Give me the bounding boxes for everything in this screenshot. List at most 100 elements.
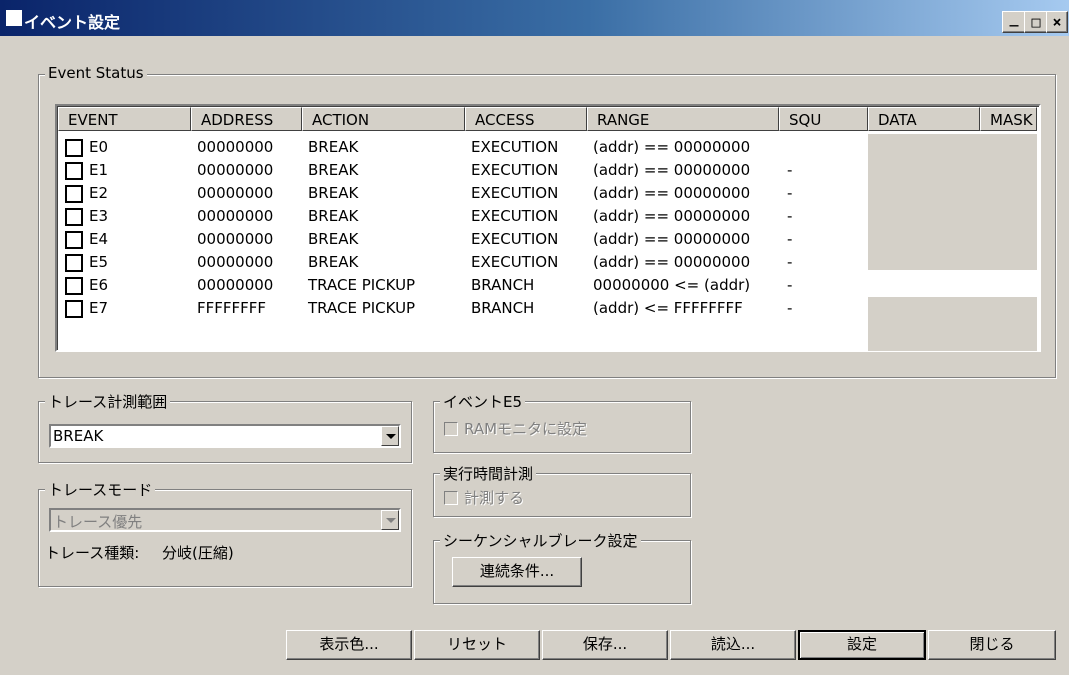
event-row[interactable]: E0 00000000 BREAK EXECUTION (addr) == 000000… xyxy=(57,136,1037,159)
event-event-cell: E2 xyxy=(89,184,109,202)
ram-monitor-label: RAMモニタに設定 xyxy=(464,420,588,438)
event-address-cell: 00000000 xyxy=(197,207,274,225)
event-event-cell: E5 xyxy=(89,253,109,271)
window-icon xyxy=(6,10,22,26)
event-action-cell: BREAK xyxy=(308,230,359,248)
event-enable-checkbox[interactable] xyxy=(65,231,83,249)
event-enable-checkbox[interactable] xyxy=(65,162,83,180)
event-enable-checkbox[interactable] xyxy=(65,139,83,157)
event-enable-checkbox[interactable] xyxy=(65,185,83,203)
event-row[interactable]: E2 00000000 BREAK EXECUTION (addr) == 000000… xyxy=(57,182,1037,205)
event-access-cell: EXECUTION xyxy=(471,207,559,225)
maximize-button[interactable]: □ xyxy=(1024,11,1048,33)
event-event-cell: E4 xyxy=(89,230,109,248)
chevron-down-icon xyxy=(386,434,396,439)
column-header-range[interactable]: RANGE xyxy=(587,107,779,131)
save-button[interactable]: 保存... xyxy=(542,630,668,660)
event-action-cell: BREAK xyxy=(308,138,359,156)
trace-range-dropdown-button[interactable] xyxy=(381,426,399,446)
trace-range-select[interactable]: BREAK xyxy=(49,424,401,448)
event-range-cell: (addr) <= FFFFFFFF xyxy=(593,299,743,317)
column-header-mask[interactable]: MASK xyxy=(980,107,1037,131)
trace-mode-legend: トレースモード xyxy=(45,479,156,500)
continuous-condition-button[interactable]: 連続条件... xyxy=(452,557,582,587)
display-color-button[interactable]: 表示色... xyxy=(286,630,412,660)
trace-mode-group: トレースモード トレース優先 トレース種類: 分岐(圧縮) xyxy=(38,479,412,587)
event-range-cell: 00000000 <= (addr) xyxy=(593,276,751,294)
event-address-cell: FFFFFFFF xyxy=(197,299,267,317)
event-range-cell: (addr) == 00000000 xyxy=(593,230,751,248)
event-access-cell: EXECUTION xyxy=(471,253,559,271)
trace-mode-value: トレース優先 xyxy=(53,513,143,531)
column-header-event[interactable]: EVENT xyxy=(58,107,191,131)
event-action-cell: TRACE PICKUP xyxy=(308,299,416,317)
event-address-cell: 00000000 xyxy=(197,276,274,294)
sequential-break-group: シーケンシャルブレーク設定 連続条件... xyxy=(433,530,691,604)
event-squ-cell: - xyxy=(787,161,793,179)
window-title: イベント設定 xyxy=(24,13,121,32)
event-range-cell: (addr) == 00000000 xyxy=(593,253,751,271)
column-header-address[interactable]: ADDRESS xyxy=(191,107,302,131)
event-access-cell: BRANCH xyxy=(471,276,535,294)
maximize-icon: □ xyxy=(1031,13,1041,31)
event-status-legend: Event Status xyxy=(45,64,147,82)
event-squ-cell: - xyxy=(787,184,793,202)
event-e5-group: イベントE5 RAMモニタに設定 xyxy=(433,391,691,453)
trace-range-value: BREAK xyxy=(53,427,104,445)
minimize-icon: _ xyxy=(1009,9,1019,27)
event-enable-checkbox[interactable] xyxy=(65,300,83,318)
trace-mode-dropdown-button xyxy=(381,510,399,530)
trace-range-group: トレース計測範囲 BREAK xyxy=(38,391,412,463)
event-enable-checkbox[interactable] xyxy=(65,208,83,226)
column-header-access[interactable]: ACCESS xyxy=(465,107,587,131)
event-list[interactable]: EVENT ADDRESS ACTION ACCESS RANGE SQU DATA MASK… xyxy=(55,104,1041,352)
exec-time-group: 実行時間計測 計測する xyxy=(433,463,691,517)
event-status-group: Event Status EVENT ADDRESS ACTION ACCESS RAN… xyxy=(38,64,1056,378)
event-row[interactable]: E5 00000000 BREAK EXECUTION (addr) == 000000… xyxy=(57,251,1037,274)
close-icon: × xyxy=(1052,13,1062,31)
event-enable-checkbox[interactable] xyxy=(65,277,83,295)
event-row[interactable]: E3 00000000 BREAK EXECUTION (addr) == 000000… xyxy=(57,205,1037,228)
event-range-cell: (addr) == 00000000 xyxy=(593,207,751,225)
sequential-break-legend: シーケンシャルブレーク設定 xyxy=(440,530,641,551)
close-button[interactable]: 閉じる xyxy=(928,630,1056,660)
trace-type-label: トレース種類: xyxy=(45,544,140,562)
event-address-cell: 00000000 xyxy=(197,184,274,202)
event-row[interactable]: E1 00000000 BREAK EXECUTION (addr) == 000000… xyxy=(57,159,1037,182)
close-window-button[interactable]: × xyxy=(1046,11,1068,33)
exec-time-legend: 実行時間計測 xyxy=(440,463,537,484)
event-row[interactable]: E4 00000000 BREAK EXECUTION (addr) == 000000… xyxy=(57,228,1037,251)
column-header-data[interactable]: DATA xyxy=(868,107,980,131)
event-action-cell: BREAK xyxy=(308,253,359,271)
column-header-action[interactable]: ACTION xyxy=(302,107,465,131)
event-range-cell: (addr) == 00000000 xyxy=(593,138,751,156)
trace-range-legend: トレース計測範囲 xyxy=(45,391,171,412)
event-range-cell: (addr) == 00000000 xyxy=(593,184,751,202)
event-squ-cell: - xyxy=(787,230,793,248)
measure-checkbox xyxy=(444,491,458,505)
event-event-cell: E3 xyxy=(89,207,109,225)
trace-mode-select: トレース優先 xyxy=(49,508,401,532)
set-button[interactable]: 設定 xyxy=(798,630,926,660)
title-bar[interactable]: イベント設定 _ □ × xyxy=(0,0,1069,36)
event-action-cell: TRACE PICKUP xyxy=(308,276,416,294)
minimize-button[interactable]: _ xyxy=(1002,9,1026,33)
event-event-cell: E6 xyxy=(89,276,109,294)
event-squ-cell: - xyxy=(787,299,793,317)
event-row[interactable]: E7 FFFFFFFF TRACE PICKUP BRANCH (addr) <= FF… xyxy=(57,297,1037,320)
event-enable-checkbox[interactable] xyxy=(65,254,83,272)
load-button[interactable]: 読込... xyxy=(670,630,796,660)
event-address-cell: 00000000 xyxy=(197,230,274,248)
event-row[interactable]: E6 00000000 TRACE PICKUP BRANCH 00000000 <= … xyxy=(57,274,1037,297)
reset-button[interactable]: リセット xyxy=(414,630,540,660)
event-access-cell: BRANCH xyxy=(471,299,535,317)
event-access-cell: EXECUTION xyxy=(471,230,559,248)
event-address-cell: 00000000 xyxy=(197,161,274,179)
column-header-squ[interactable]: SQU xyxy=(779,107,868,131)
trace-type-value: 分岐(圧縮) xyxy=(162,544,234,562)
chevron-down-icon xyxy=(386,518,396,523)
event-event-cell: E7 xyxy=(89,299,109,317)
event-squ-cell: - xyxy=(787,276,793,294)
event-action-cell: BREAK xyxy=(308,207,359,225)
event-address-cell: 00000000 xyxy=(197,253,274,271)
